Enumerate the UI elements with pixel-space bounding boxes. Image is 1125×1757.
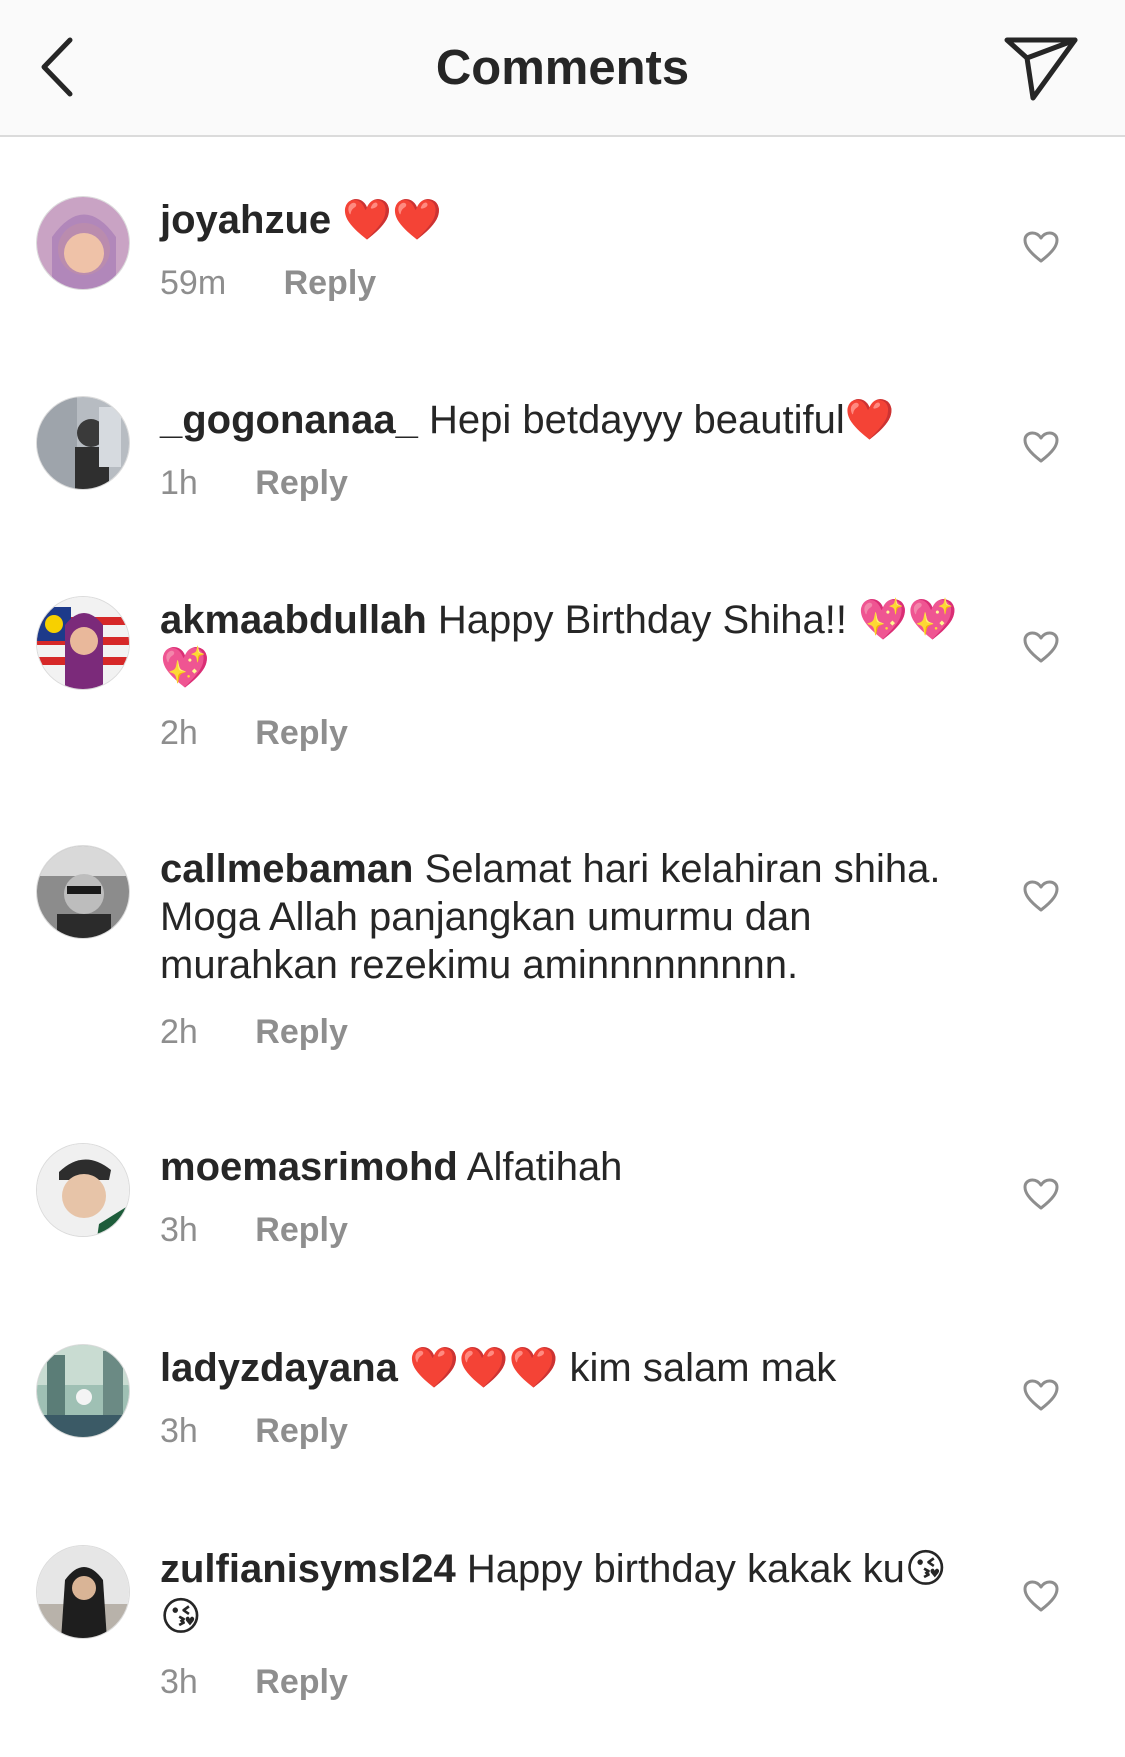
comment-timestamp: 2h: [160, 1013, 198, 1051]
comment-text: ❤️❤️: [342, 198, 442, 242]
reply-button[interactable]: Reply: [255, 1013, 348, 1052]
avatar[interactable]: [36, 845, 130, 939]
comment-timestamp: 3h: [160, 1412, 198, 1450]
avatar[interactable]: [36, 1545, 130, 1639]
comment-username[interactable]: zulfianisymsl24: [160, 1547, 456, 1591]
comment-text: ❤️❤️❤️ kim salam mak: [409, 1346, 837, 1390]
reply-button[interactable]: Reply: [284, 264, 377, 303]
avatar[interactable]: [36, 1143, 130, 1237]
page-title: Comments: [435, 41, 690, 95]
avatar[interactable]: [36, 1344, 130, 1438]
comment-timestamp: 1h: [160, 464, 198, 502]
comment-text: Alfatihah: [466, 1145, 623, 1189]
heart-icon[interactable]: [1022, 1378, 1060, 1412]
comment-username[interactable]: ladyzdayana: [160, 1346, 398, 1390]
avatar[interactable]: [36, 596, 130, 690]
comment-timestamp: 2h: [160, 714, 198, 752]
comment-username[interactable]: callmebaman: [160, 847, 413, 891]
comment-username[interactable]: joyahzue: [160, 198, 331, 242]
heart-icon[interactable]: [1022, 1177, 1060, 1211]
comment-text: Hepi betdayyy beautiful❤️: [428, 398, 895, 442]
heart-icon[interactable]: [1022, 630, 1060, 664]
heart-icon[interactable]: [1022, 1579, 1060, 1613]
reply-button[interactable]: Reply: [255, 1663, 348, 1702]
reply-button[interactable]: Reply: [255, 1211, 348, 1250]
avatar[interactable]: [36, 396, 130, 490]
paper-plane-icon: [1004, 37, 1078, 101]
share-button[interactable]: [1001, 34, 1081, 104]
comment-timestamp: 3h: [160, 1211, 198, 1249]
comment-username[interactable]: akmaabdullah: [160, 598, 427, 642]
comment-timestamp: 3h: [160, 1663, 198, 1701]
heart-icon[interactable]: [1022, 230, 1060, 264]
avatar[interactable]: [36, 196, 130, 290]
comment-timestamp: 59m: [160, 264, 227, 302]
comment-username[interactable]: _gogonanaa_: [160, 398, 418, 442]
reply-button[interactable]: Reply: [255, 714, 348, 753]
header-bar: Comments: [0, 0, 1125, 137]
reply-button[interactable]: Reply: [255, 1412, 348, 1451]
reply-button[interactable]: Reply: [255, 464, 348, 503]
heart-icon[interactable]: [1022, 430, 1060, 464]
comment-username[interactable]: moemasrimohd: [160, 1145, 458, 1189]
heart-icon[interactable]: [1022, 879, 1060, 913]
